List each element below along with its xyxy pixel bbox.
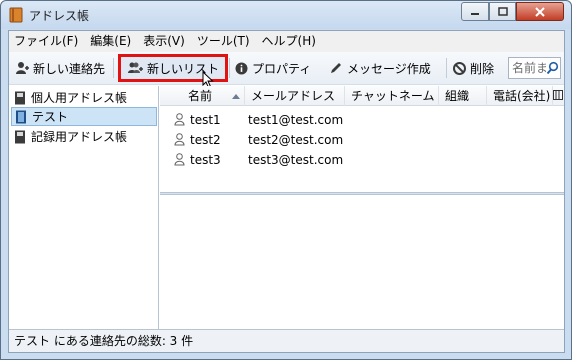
client-area: ファイル(F) 編集(E) 表示(V) ツール(T) ヘルプ(H) 新しい連絡先 [8,30,565,353]
column-picker-icon[interactable] [553,90,563,100]
window-title: アドレス帳 [29,9,90,23]
search-input[interactable]: 名前ま [508,57,561,79]
address-book-icon [15,130,25,143]
title-bar[interactable]: アドレス帳 [1,1,571,29]
contact-row[interactable]: test2 test2@test.com [160,130,564,150]
contact-person-icon [174,133,185,146]
contact-name: test2 [190,133,221,147]
properties-button[interactable]: プロパティ [235,57,311,79]
maximize-icon [497,7,508,16]
mailing-list-icon [16,110,26,123]
delete-button[interactable]: 削除 [453,57,494,79]
column-chat-name[interactable]: チャットネーム [345,86,439,106]
search-icon[interactable] [546,61,559,75]
contact-email: test2@test.com [248,133,344,147]
compose-message-button[interactable]: メッセージ作成 [329,57,431,79]
contact-email: test1@test.com [248,113,344,127]
status-bar: テスト にある連絡先の総数: 3 件 [9,329,564,352]
address-book-window: アドレス帳 ファイル(F) 編集(E) 表示(V) ツール(T) ヘルプ(H) … [0,0,572,360]
address-book-icon [15,91,25,104]
new-contact-icon [16,62,29,74]
book-item-personal[interactable]: 個人用アドレス帳 [11,88,157,107]
contact-row[interactable]: test1 test1@test.com [160,110,564,130]
book-item-label: 個人用アドレス帳 [31,91,128,105]
delete-label: 削除 [470,61,495,76]
menu-view[interactable]: 表示(V) [137,31,191,52]
maximize-button[interactable] [489,2,516,21]
info-icon [235,62,248,74]
menu-bar: ファイル(F) 編集(E) 表示(V) ツール(T) ヘルプ(H) [9,31,564,52]
book-item-collected[interactable]: 記録用アドレス帳 [11,127,157,146]
new-contact-label: 新しい連絡先 [33,61,106,76]
address-book-app-icon [9,7,23,23]
contact-person-icon [174,153,185,166]
new-contact-button[interactable]: 新しい連絡先 [15,57,105,79]
toolbar-separator [446,58,447,78]
contact-name: test1 [190,113,221,127]
column-header-row: 名前 メールアドレス チャットネーム 組織 電話(会社) [160,86,564,106]
toolbar-separator [229,58,230,78]
menu-file[interactable]: ファイル(F) [9,31,84,52]
contact-row[interactable]: test3 test3@test.com [160,150,564,170]
column-organization[interactable]: 組織 [439,86,487,106]
book-item-test-list[interactable]: テスト [11,107,157,126]
address-book-list: 個人用アドレス帳 テスト 記録用アドレス帳 [9,86,159,329]
status-text: テスト にある連絡先の総数: 3 件 [14,334,194,348]
pencil-icon [331,63,341,73]
contact-email: test3@test.com [248,153,344,167]
delete-icon [453,61,466,75]
column-work-phone[interactable]: 電話(会社) [487,86,553,106]
book-item-label: テスト [32,110,69,124]
contact-detail-pane [160,195,564,329]
close-icon [535,6,545,17]
new-list-icon [128,62,143,73]
minimize-button[interactable] [461,2,489,21]
menu-tools[interactable]: ツール(T) [191,31,256,52]
toolbar-separator [113,58,114,78]
contact-person-icon [174,113,185,126]
menu-edit[interactable]: 編集(E) [84,31,137,52]
search-placeholder: 名前ま [512,61,549,75]
book-item-label: 記録用アドレス帳 [31,130,128,144]
toolbar: 新しい連絡先 新しいリスト プロパティ メッセージ作成 削除 名前ま [9,52,564,85]
sort-ascending-icon [232,94,240,99]
column-email[interactable]: メールアドレス [245,86,345,106]
menu-help[interactable]: ヘルプ(H) [256,31,322,52]
compose-label: メッセージ作成 [347,61,431,76]
minimize-icon [471,12,479,15]
properties-label: プロパティ [252,61,312,76]
contact-name: test3 [190,153,221,167]
close-button[interactable] [516,2,564,21]
